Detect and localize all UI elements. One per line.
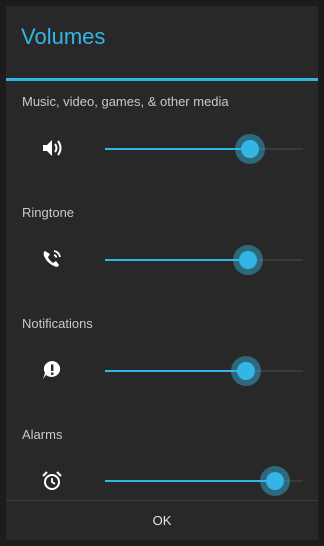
ringtone-slider-thumb[interactable] [232, 245, 263, 275]
notification-alert-icon [40, 358, 64, 382]
alarm-clock-icon [40, 469, 64, 493]
media-volume-slider[interactable] [105, 134, 303, 164]
media-slider-thumb[interactable] [234, 134, 265, 164]
ringtone-label: Ringtone [22, 205, 75, 220]
alarms-slider-fill [105, 480, 276, 482]
notifications-slider-thumb[interactable] [230, 356, 261, 386]
dialog-title: Volumes [21, 24, 106, 49]
alarms-volume-slider[interactable] [105, 466, 303, 496]
notifications-slider-fill [105, 370, 246, 372]
notifications-label: Notifications [22, 316, 93, 331]
phone-ring-icon [40, 247, 64, 271]
media-slider-fill [105, 148, 250, 150]
media-label: Music, video, games, & other media [22, 94, 229, 109]
notifications-volume-slider[interactable] [105, 356, 303, 386]
alarms-label: Alarms [22, 427, 63, 442]
title-divider [6, 78, 318, 81]
alarms-slider-thumb[interactable] [260, 466, 291, 496]
speaker-volume-icon [40, 136, 64, 160]
ok-button[interactable]: OK [6, 501, 318, 540]
ringtone-volume-slider[interactable] [105, 245, 303, 275]
ringtone-slider-fill [105, 259, 248, 261]
volumes-dialog: Volumes Music, video, games, & other med… [6, 6, 318, 540]
